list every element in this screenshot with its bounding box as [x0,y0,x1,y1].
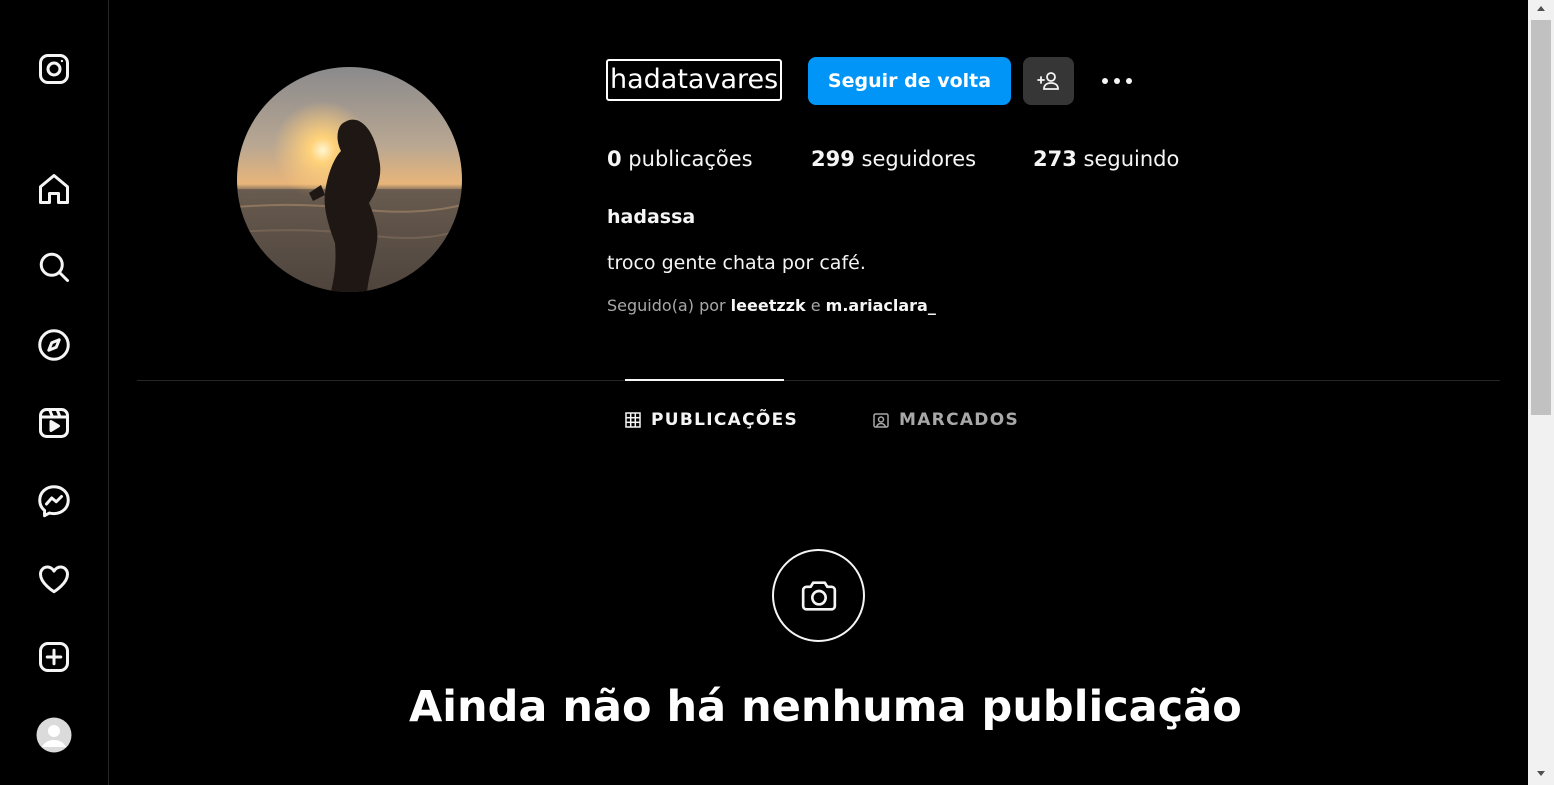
explore-compass-icon[interactable] [35,326,73,364]
ellipsis-icon [1102,78,1132,84]
scroll-thumb[interactable] [1531,20,1551,415]
profile-full-name: hadassa [607,206,696,228]
posts-label: publicações [621,147,753,171]
heart-icon[interactable] [35,560,73,598]
sidebar [0,0,109,785]
page-scrollbar[interactable] [1528,0,1554,785]
tagged-icon [873,413,889,428]
posts-stat: 0 publicações [607,147,753,171]
tab-marcados-label: MARCADOS [899,410,1020,430]
followed-by-user-1[interactable]: leeetzzk [731,296,806,315]
empty-state-title: Ainda não há nenhuma publicação [409,682,1242,732]
add-person-icon [1036,72,1059,90]
followed-by-prefix: Seguido(a) por [607,296,731,315]
tab-publicacoes-label: PUBLICAÇÕES [651,410,799,430]
following-label[interactable]: seguindo [1077,147,1180,171]
followers-count[interactable]: 299 [811,147,855,171]
tab-publicacoes[interactable]: PUBLICAÇÕES [625,407,798,433]
create-plus-icon[interactable] [35,638,73,676]
profile-main: hadatavares Seguir de volta 0 publicaçõe… [109,0,1528,785]
followers-stat[interactable]: 299 seguidores [811,147,976,171]
posts-count: 0 [607,147,622,171]
followed-by-joiner: e [805,296,826,315]
active-tab-indicator [625,379,784,381]
followed-by-user-2[interactable]: m.ariaclara_ [826,296,936,315]
followed-by[interactable]: Seguido(a) por leeetzzk e m.ariaclara_ [607,296,936,315]
scroll-down-arrow-icon[interactable] [1537,771,1545,776]
more-options-button[interactable] [1094,62,1140,100]
instagram-logo-icon[interactable] [35,50,73,88]
profile-photo[interactable] [237,67,462,292]
tabs-divider [137,380,1500,381]
grid-icon [625,412,641,428]
scroll-up-arrow-icon[interactable] [1537,6,1545,11]
camera-icon [801,580,836,611]
profile-bio: troco gente chata por café. [607,252,866,274]
following-stat[interactable]: 273 seguindo [1033,147,1179,171]
followers-label[interactable]: seguidores [855,147,977,171]
profile-username[interactable]: hadatavares [606,59,783,101]
home-icon[interactable] [35,170,73,208]
following-count[interactable]: 273 [1033,147,1077,171]
tab-marcados[interactable]: MARCADOS [873,407,1019,433]
suggest-people-button[interactable] [1023,57,1074,105]
follow-back-button[interactable]: Seguir de volta [808,57,1011,105]
messenger-icon[interactable] [35,482,73,520]
reels-icon[interactable] [35,404,73,442]
search-icon[interactable] [35,248,73,286]
profile-avatar-icon[interactable] [35,716,73,754]
empty-state-camera [772,549,865,642]
